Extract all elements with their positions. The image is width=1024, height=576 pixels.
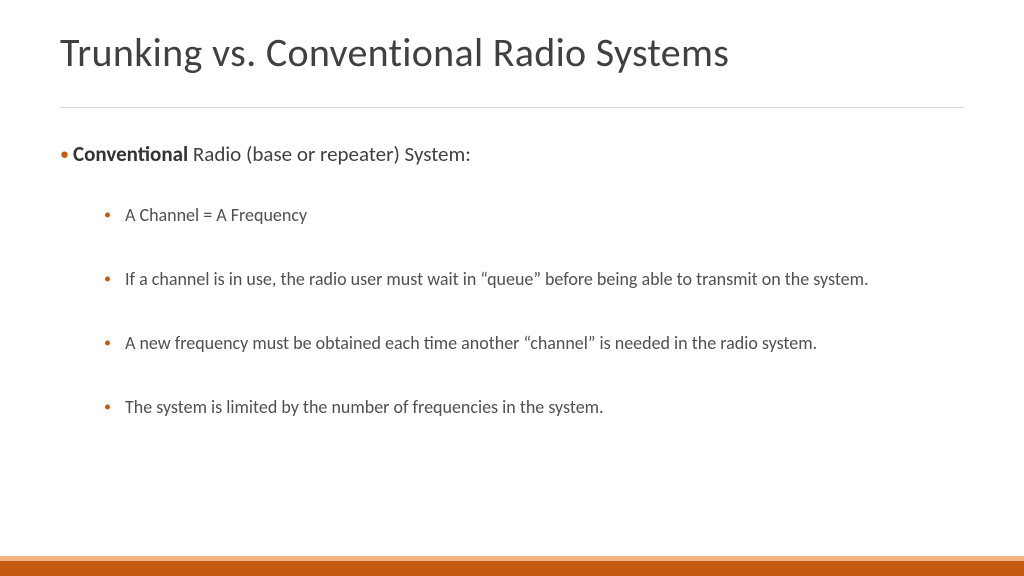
sub-bullet-text: If a channel is in use, the radio user m…: [125, 260, 869, 298]
bullet-icon: •: [104, 324, 111, 362]
footer-accent-bar: [0, 556, 1024, 576]
sub-bullet-text: A new frequency must be obtained each ti…: [125, 324, 817, 362]
main-bullet-text: Conventional Radio (base or repeater) Sy…: [73, 140, 471, 168]
bullet-icon: •: [104, 196, 111, 234]
main-bullet: • Conventional Radio (base or repeater) …: [60, 140, 964, 168]
list-item: • If a channel is in use, the radio user…: [104, 260, 964, 298]
slide: Trunking vs. Conventional Radio Systems …: [0, 0, 1024, 576]
main-bullet-bold: Conventional: [73, 141, 188, 167]
list-item: • The system is limited by the number of…: [104, 388, 964, 426]
list-item: • A new frequency must be obtained each …: [104, 324, 964, 362]
sub-bullet-list: • A Channel = A Frequency • If a channel…: [104, 196, 964, 426]
bullet-icon: •: [60, 140, 69, 168]
list-item: • A Channel = A Frequency: [104, 196, 964, 234]
title-divider: [60, 107, 964, 108]
main-bullet-rest: Radio (base or repeater) System:: [188, 141, 471, 167]
sub-bullet-text: A Channel = A Frequency: [125, 196, 307, 234]
slide-content: • Conventional Radio (base or repeater) …: [60, 140, 964, 426]
slide-title: Trunking vs. Conventional Radio Systems: [60, 28, 964, 77]
bullet-icon: •: [104, 388, 111, 426]
sub-bullet-text: The system is limited by the number of f…: [125, 388, 604, 426]
bullet-icon: •: [104, 260, 111, 298]
